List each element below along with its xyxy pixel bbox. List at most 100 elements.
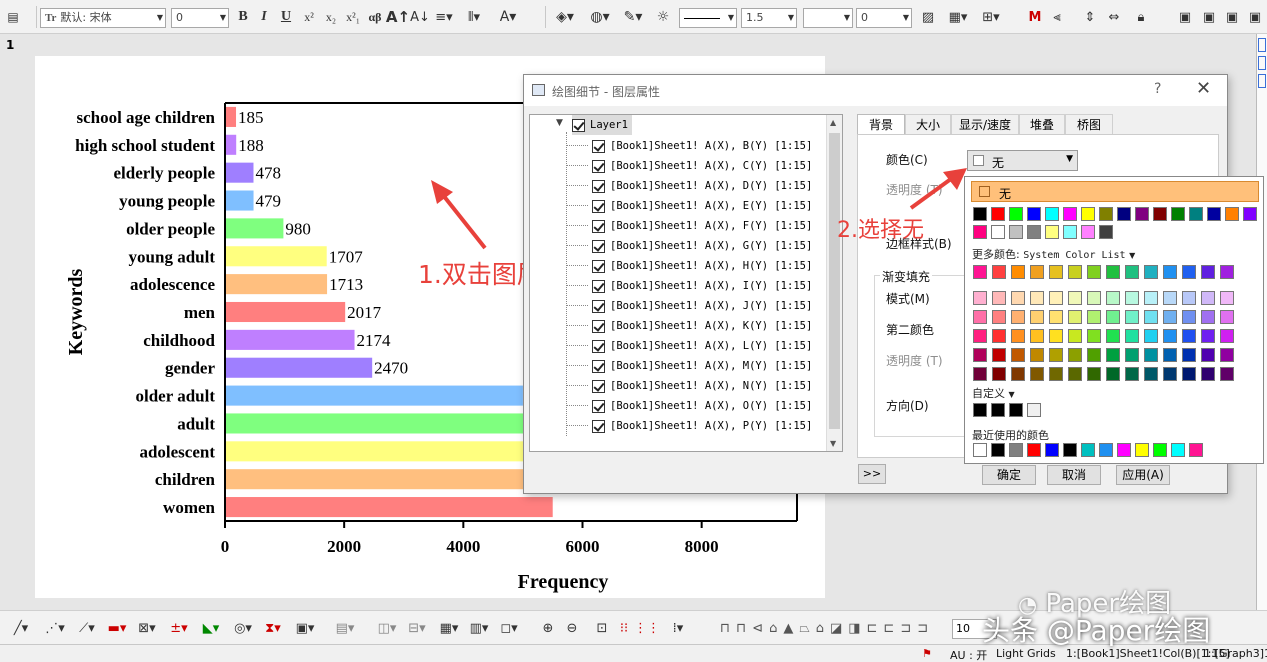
checkbox-checked-icon[interactable]: [592, 139, 605, 153]
tab-bridge[interactable]: 桥图: [1065, 114, 1113, 135]
help-button[interactable]: ?: [1154, 81, 1161, 97]
palette-color-swatch[interactable]: [1087, 367, 1101, 381]
tree-scrollbar[interactable]: ▲ ▼: [826, 115, 842, 451]
line-symbol-icon[interactable]: ⟋▾: [72, 617, 102, 639]
palette-color-swatch[interactable]: [1030, 291, 1044, 305]
system-color-swatch[interactable]: [1144, 265, 1158, 279]
basic-color-swatch[interactable]: [1045, 207, 1059, 221]
system-color-swatch[interactable]: [1182, 265, 1196, 279]
checkbox-checked-icon[interactable]: [592, 219, 605, 233]
basic-color-swatch[interactable]: [1081, 207, 1095, 221]
palette-color-swatch[interactable]: [1087, 348, 1101, 362]
object-tool-icon[interactable]: ▣: [1175, 6, 1195, 28]
palette-color-swatch[interactable]: [1163, 310, 1177, 324]
template-icon[interactable]: ▣▾: [290, 617, 320, 639]
palette-color-swatch[interactable]: [1163, 367, 1177, 381]
tree-root-layer1[interactable]: Layer1: [572, 115, 632, 135]
strip-button[interactable]: [1258, 38, 1266, 52]
merge-icon[interactable]: ◫▾: [372, 617, 402, 639]
palette-color-swatch[interactable]: [1106, 367, 1120, 381]
system-color-swatch[interactable]: [1220, 265, 1234, 279]
palette-color-swatch[interactable]: [1049, 329, 1063, 343]
tree-item[interactable]: [Book1]Sheet1! A(X), M(Y) [1:15]: [566, 356, 812, 376]
align-left-icon[interactable]: ⫷: [1048, 6, 1066, 28]
custom-color-swatch[interactable]: [1027, 403, 1041, 417]
checkbox-checked-icon[interactable]: [592, 159, 605, 173]
checkbox-checked-icon[interactable]: [592, 279, 605, 293]
recent-color-swatch[interactable]: [1009, 443, 1023, 457]
basic-color-swatch[interactable]: [1009, 207, 1023, 221]
increase-font-icon[interactable]: A↑: [386, 6, 410, 28]
palette-color-swatch[interactable]: [1087, 329, 1101, 343]
basic-color-swatch[interactable]: [1009, 225, 1023, 239]
basic-color-swatch[interactable]: [1081, 225, 1095, 239]
line-width-combo[interactable]: 1.5 ▼: [741, 8, 797, 28]
scroll-up-icon[interactable]: ▲: [830, 118, 836, 127]
grid-layer-icon[interactable]: ▦▾: [434, 617, 464, 639]
palette-color-swatch[interactable]: [1125, 291, 1139, 305]
palette-color-swatch[interactable]: [1030, 367, 1044, 381]
palette-color-swatch[interactable]: [1106, 310, 1120, 324]
paste-format-icon[interactable]: ▤: [2, 6, 24, 28]
stats-plot-icon[interactable]: ±▾: [164, 617, 194, 639]
system-color-swatch[interactable]: [1011, 265, 1025, 279]
color-none-option[interactable]: 无: [971, 181, 1259, 202]
palette-color-swatch[interactable]: [1068, 329, 1082, 343]
palette-color-swatch[interactable]: [1163, 329, 1177, 343]
checkbox-checked-icon[interactable]: [592, 339, 605, 353]
system-color-swatch[interactable]: [992, 265, 1006, 279]
supersub-button[interactable]: x²₁: [343, 6, 363, 28]
palette-color-swatch[interactable]: [1220, 291, 1234, 305]
palette-color-swatch[interactable]: [1068, 367, 1082, 381]
basic-color-swatch[interactable]: [973, 207, 987, 221]
frame-icon[interactable]: ◻▾: [494, 617, 524, 639]
recent-color-swatch[interactable]: [1099, 443, 1113, 457]
fill-color-icon[interactable]: ◈▾: [552, 6, 578, 28]
resize-icon[interactable]: ⇔: [1104, 6, 1124, 28]
custom-label[interactable]: 自定义 ▼: [972, 385, 1015, 401]
palette-color-swatch[interactable]: [1049, 367, 1063, 381]
palette-color-swatch[interactable]: [1144, 329, 1158, 343]
object-tool3-icon[interactable]: ▣: [1222, 6, 1242, 28]
tab-size[interactable]: 大小: [905, 114, 951, 135]
palette-color-swatch[interactable]: [1068, 310, 1082, 324]
palette-color-swatch[interactable]: [992, 348, 1006, 362]
palette-color-swatch[interactable]: [1220, 310, 1234, 324]
checkbox-checked-icon[interactable]: [572, 118, 585, 132]
palette-color-swatch[interactable]: [1087, 291, 1101, 305]
zoom-out-icon[interactable]: ⊖: [562, 617, 582, 639]
basic-color-swatch[interactable]: [1063, 225, 1077, 239]
superscript-button[interactable]: x²: [299, 6, 319, 28]
checkbox-checked-icon[interactable]: [592, 199, 605, 213]
line-plot-icon[interactable]: ╱▾: [6, 617, 36, 639]
recent-color-swatch[interactable]: [991, 443, 1005, 457]
mask-icon[interactable]: ⁞▾: [666, 617, 690, 639]
object-tool4-icon[interactable]: ▣: [1245, 6, 1265, 28]
basic-color-swatch[interactable]: [991, 207, 1005, 221]
palette-color-swatch[interactable]: [1049, 291, 1063, 305]
tab-stack[interactable]: 堆叠: [1019, 114, 1065, 135]
palette-color-swatch[interactable]: [1125, 329, 1139, 343]
basic-color-swatch[interactable]: [1063, 207, 1077, 221]
recent-color-swatch[interactable]: [1171, 443, 1185, 457]
recent-color-swatch[interactable]: [1045, 443, 1059, 457]
palette-color-swatch[interactable]: [1011, 348, 1025, 362]
scroll-down-icon[interactable]: ▼: [830, 439, 836, 448]
palette-color-swatch[interactable]: [973, 310, 987, 324]
bold-button[interactable]: B: [234, 6, 252, 28]
object-tool2-icon[interactable]: ▣: [1199, 6, 1219, 28]
grid-icon[interactable]: ▦▾: [946, 6, 970, 28]
greek-button[interactable]: αβ: [365, 6, 385, 28]
tree-item[interactable]: [Book1]Sheet1! A(X), N(Y) [1:15]: [566, 376, 812, 396]
palette-color-swatch[interactable]: [1201, 310, 1215, 324]
tree-collapse-icon[interactable]: ▼: [556, 118, 563, 128]
checkbox-checked-icon[interactable]: [592, 239, 605, 253]
line-color-icon[interactable]: ✎▾: [620, 6, 646, 28]
palette-color-swatch[interactable]: [1011, 329, 1025, 343]
palette-color-swatch[interactable]: [1201, 367, 1215, 381]
palette-color-swatch[interactable]: [1125, 367, 1139, 381]
tree-item[interactable]: [Book1]Sheet1! A(X), B(Y) [1:15]: [566, 136, 812, 156]
palette-color-swatch[interactable]: [1106, 348, 1120, 362]
align-icon[interactable]: ≡▾: [432, 6, 456, 28]
palette-color-swatch[interactable]: [1068, 291, 1082, 305]
